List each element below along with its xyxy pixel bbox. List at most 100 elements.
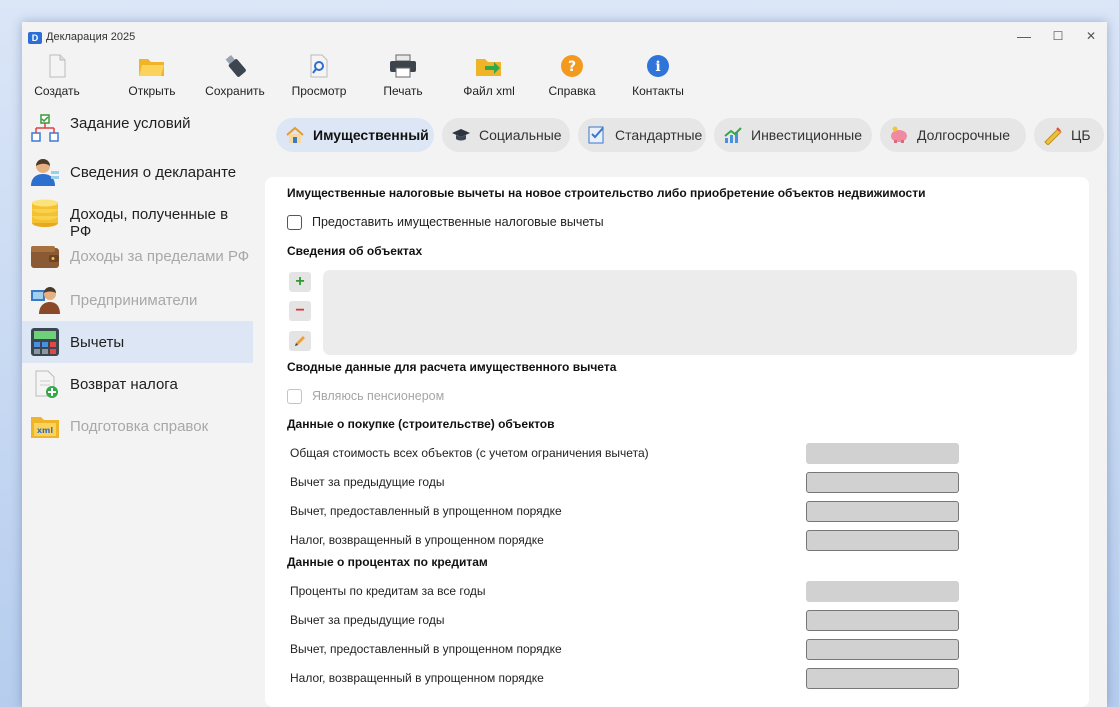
print-label: Печать [383,84,423,98]
document-plus-icon [35,370,58,398]
total-cost-field[interactable] [806,443,959,464]
toolbar: Создать Открыть Сохранить Просмотр Печат… [22,52,1107,102]
credit-simplified-deduction-field[interactable] [806,639,959,660]
simplified-tax-refund-field[interactable] [806,530,959,551]
contacts-button[interactable]: i Контакты [626,54,690,98]
graduation-cap-icon [452,129,470,141]
tab-securities[interactable]: ЦБ [1034,118,1104,152]
xml-file-export-icon [476,59,501,76]
field-label: Вычет, предоставленный в упрощенном поря… [290,642,562,656]
property-deduction-panel: Имущественные налоговые вычеты на новое … [265,177,1089,707]
provide-deductions-checkbox[interactable]: Предоставить имущественные налоговые выч… [287,214,647,232]
objects-list[interactable] [323,270,1077,355]
sidebar-item-deductions[interactable]: Вычеты [22,321,253,363]
xml-file-label: Файл xml [463,84,515,98]
sidebar-item-entrepreneurs[interactable]: Предприниматели [22,279,253,321]
sidebar-item-income-abroad[interactable]: Доходы за пределами РФ [22,235,253,277]
tab-label: Имущественный [313,127,429,143]
objects-heading: Сведения об объектах [287,244,423,258]
sidebar-item-label: Подготовка справок [70,418,209,435]
pencil-icon [295,336,305,346]
tab-long-term[interactable]: Долгосрочные [880,118,1026,152]
sidebar-item-income-rf[interactable]: Доходы, полученные в РФ [22,193,253,240]
coins-icon [32,199,58,227]
sidebar-item-conditions[interactable]: Задание условий [22,107,253,149]
credit-interest-field[interactable] [806,581,959,602]
field-label: Налог, возвращенный в упрощенном порядке [290,671,544,685]
house-icon [286,126,304,143]
close-button[interactable]: ✕ [1079,27,1103,45]
field-label: Налог, возвращенный в упрощенном порядке [290,533,544,547]
tab-label: ЦБ [1071,127,1091,143]
contacts-label: Контакты [632,84,684,98]
preview-label: Просмотр [291,84,347,98]
wallet-icon [31,246,59,268]
title-bar: D Декларация 2025 — ☐ ✕ [22,22,1107,52]
field-label: Вычет за предыдущие годы [290,475,445,489]
preview-button[interactable]: Просмотр [288,54,350,98]
checkbox-box[interactable] [287,389,302,404]
panel-header: Имущественные налоговые вычеты на новое … [287,186,926,200]
sidebar-item-declarant[interactable]: Сведения о декларанте [22,151,253,193]
securities-icon [1044,127,1062,145]
xml-folder-icon: xml [31,417,59,438]
sidebar-item-label: Задание условий [70,115,191,132]
credit-prior-years-field[interactable] [806,610,959,631]
checkbox-label: Предоставить имущественные налоговые выч… [312,215,604,229]
credit-heading: Данные о процентах по кредитам [287,555,488,569]
create-button[interactable]: Создать [32,54,82,98]
simplified-deduction-field[interactable] [806,501,959,522]
xml-file-button[interactable]: Файл xml [458,54,520,98]
svg-text:?: ? [568,59,576,75]
create-label: Создать [34,84,80,98]
tab-label: Долгосрочные [917,127,1011,143]
calculator-icon [31,328,59,356]
window-title: Декларация 2025 [46,31,136,43]
prior-years-deduction-field[interactable] [806,472,959,493]
sidebar-item-certificates[interactable]: xml Подготовка справок [22,405,253,447]
field-label: Вычет за предыдущие годы [290,613,445,627]
help-label: Справка [548,84,596,98]
sidebar-item-label: Сведения о декларанте [70,164,237,181]
field-label: Проценты по кредитам за все годы [290,584,486,598]
tab-standard[interactable]: Стандартные [578,118,706,152]
app-logo-icon: D [28,32,42,44]
help-icon: ? [561,55,583,77]
save-usb-icon [225,55,246,77]
tab-social[interactable]: Социальные [442,118,570,152]
info-icon: i [647,55,669,77]
sidebar: Задание условий Сведения о декларанте До… [22,107,253,707]
save-button[interactable]: Сохранить [200,54,270,98]
remove-object-button[interactable]: − [289,301,311,321]
tab-property[interactable]: Имущественный [276,118,434,152]
sidebar-item-label: Доходы за пределами РФ [70,248,250,265]
checkbox-label: Являюсь пенсионером [312,389,445,403]
sidebar-item-label: Возврат налога [70,376,178,393]
print-button[interactable]: Печать [378,54,428,98]
checklist-icon [588,126,604,144]
tab-label: Стандартные [615,127,703,143]
businessman-icon [31,287,60,314]
save-label: Сохранить [205,84,265,98]
tab-investment[interactable]: Инвестиционные [714,118,872,152]
edit-object-button[interactable] [289,331,311,351]
credit-simplified-refund-field[interactable] [806,668,959,689]
minimize-button[interactable]: — [1012,27,1036,45]
printer-icon [390,54,416,78]
maximize-button[interactable]: ☐ [1046,27,1070,45]
sidebar-item-label: Предприниматели [70,292,198,309]
field-label: Вычет, предоставленный в упрощенном поря… [290,504,562,518]
open-button[interactable]: Открыть [122,54,182,98]
add-object-button[interactable]: + [289,272,311,292]
sidebar-item-label: Вычеты [70,334,125,351]
growth-chart-icon [724,127,742,143]
tab-label: Социальные [479,127,562,143]
tab-label: Инвестиционные [751,127,863,143]
sidebar-item-tax-refund[interactable]: Возврат налога [22,363,253,405]
checkbox-box[interactable] [287,215,302,230]
person-icon [31,159,59,186]
help-button[interactable]: ? Справка [544,54,600,98]
pensioner-checkbox[interactable]: Являюсь пенсионером [287,388,487,406]
purchase-heading: Данные о покупке (строительстве) объекто… [287,417,555,431]
svg-text:i: i [655,59,660,75]
